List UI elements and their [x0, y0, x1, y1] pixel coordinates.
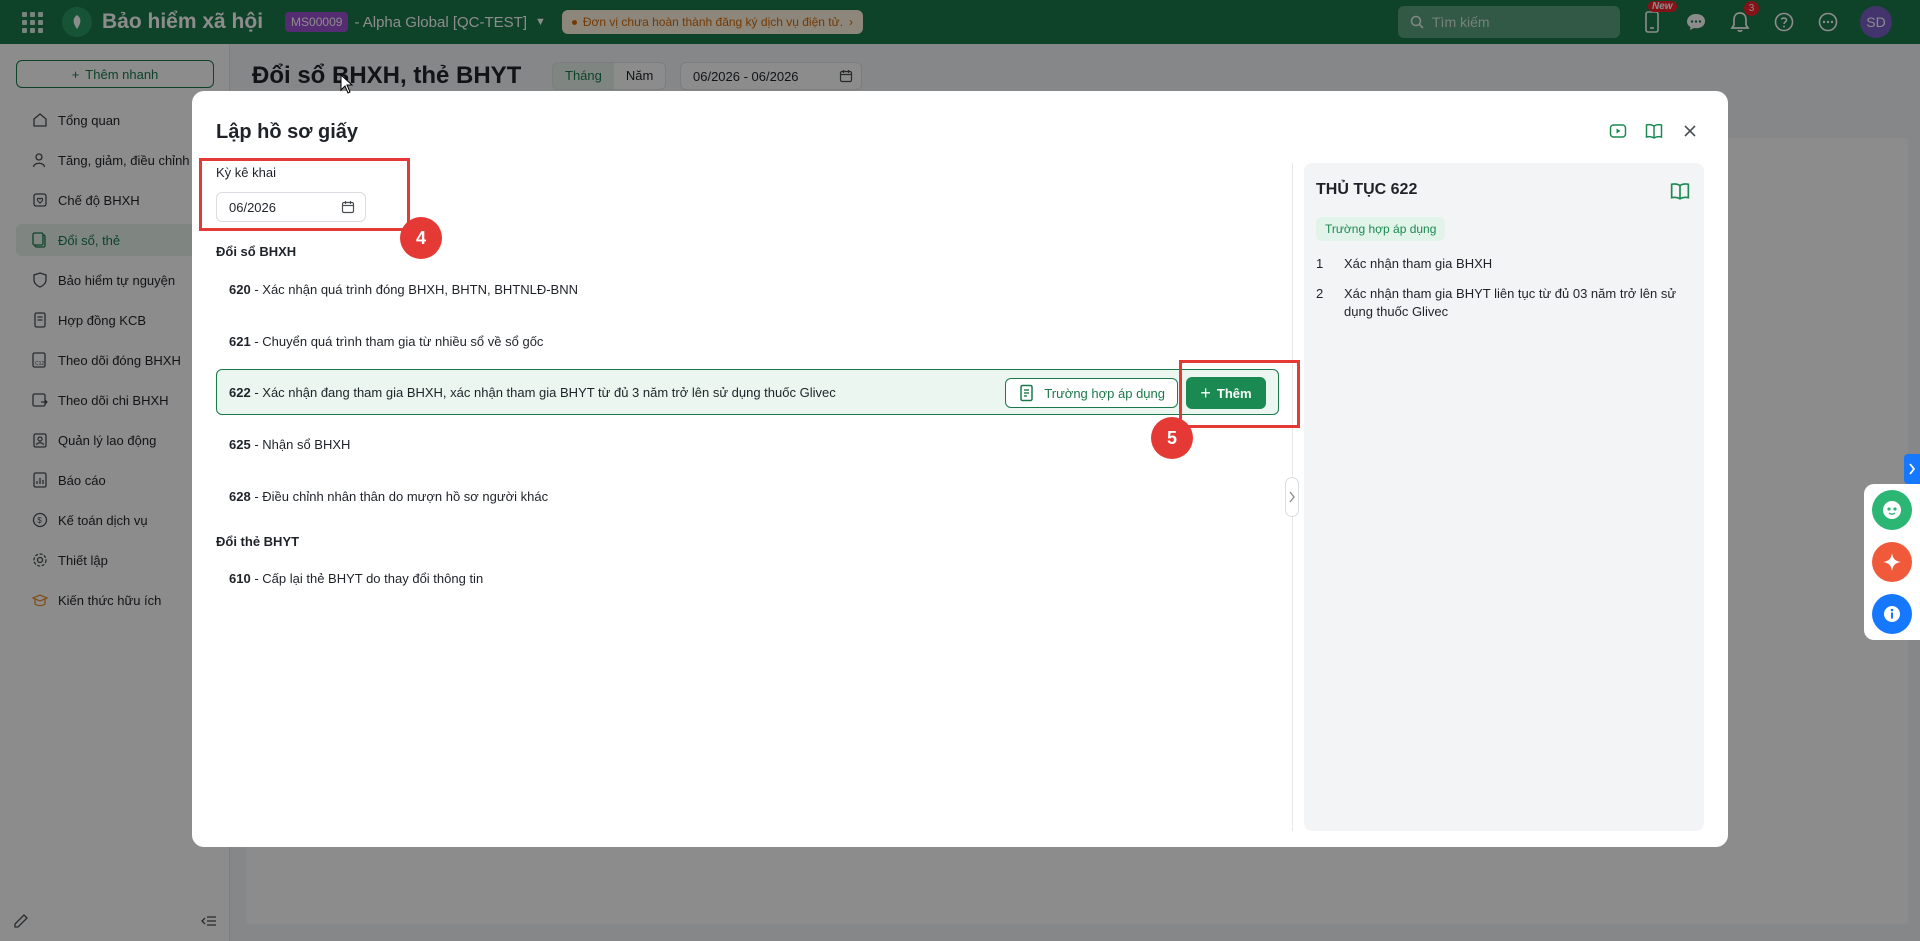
- procedure-text: - Điều chỉnh nhân thân do mượn hồ sơ ngư…: [254, 488, 549, 504]
- applicable-cases-tag: Trường hợp áp dụng: [1316, 217, 1446, 241]
- panel-collapse-handle[interactable]: [1285, 477, 1299, 517]
- procedure-code: 610: [229, 570, 251, 586]
- chevron-right-icon: [1289, 491, 1295, 503]
- procedure-code: 625: [229, 436, 251, 452]
- video-icon[interactable]: [1608, 121, 1628, 141]
- applicable-cases-button[interactable]: Trường hợp áp dụng: [1005, 378, 1178, 408]
- applicable-cases-label: Trường hợp áp dụng: [1044, 385, 1165, 401]
- list-item-number: 1: [1316, 256, 1324, 271]
- applicable-cases-list: 1 Xác nhận tham gia BHXH 2 Xác nhận tham…: [1316, 255, 1696, 333]
- mouse-cursor-icon: [340, 74, 354, 94]
- procedure-row-621[interactable]: 621 - Chuyển quá trình tham gia từ nhiều…: [216, 318, 1279, 364]
- procedure-code: 620: [229, 281, 251, 297]
- procedure-info-panel: THỦ TỤC 622 Trường hợp áp dụng 1 Xác nhậ…: [1304, 163, 1704, 831]
- procedure-text: - Cấp lại thẻ BHYT do thay đổi thông tin: [254, 570, 484, 586]
- list-item-text: Xác nhận tham gia BHXH: [1344, 256, 1493, 271]
- ai-sparkle-icon[interactable]: [1872, 542, 1912, 582]
- step-badge-5: 5: [1151, 417, 1193, 459]
- procedure-info-title: THỦ TỤC 622: [1316, 181, 1418, 198]
- modal-actions: [1608, 121, 1700, 141]
- modal-title: Lập hồ sơ giấy: [216, 121, 359, 143]
- procedure-text: - Chuyển quá trình tham gia từ nhiều sổ …: [254, 333, 544, 349]
- highlight-box-add: [1179, 360, 1300, 428]
- expand-widgets-tab[interactable]: [1904, 454, 1920, 484]
- procedure-row-610[interactable]: 610 - Cấp lại thẻ BHYT do thay đổi thông…: [216, 555, 1279, 601]
- document-list-icon: [1020, 384, 1034, 402]
- guide-book-icon[interactable]: [1644, 121, 1664, 141]
- group-title-card: Đổi thẻ BHYT: [216, 534, 300, 549]
- chevron-right-icon: [1909, 463, 1916, 475]
- close-icon[interactable]: [1680, 121, 1700, 141]
- info-icon[interactable]: [1872, 594, 1912, 634]
- procedure-code: 622: [229, 384, 251, 400]
- chatbot-icon[interactable]: [1872, 490, 1912, 530]
- list-item: 1 Xác nhận tham gia BHXH: [1316, 255, 1696, 273]
- procedure-row-622[interactable]: 622 - Xác nhận đang tham gia BHXH, xác n…: [216, 369, 1279, 415]
- procedure-row-628[interactable]: 628 - Điều chỉnh nhân thân do mượn hồ sơ…: [216, 473, 1279, 519]
- floating-widgets: [1864, 484, 1920, 640]
- step-badge-4: 4: [400, 217, 442, 259]
- procedure-text: - Xác nhận đang tham gia BHXH, xác nhận …: [254, 384, 836, 400]
- group-title-book: Đổi sổ BHXH: [216, 244, 297, 259]
- procedure-text: - Xác nhận quá trình đóng BHXH, BHTN, BH…: [254, 281, 579, 297]
- procedure-code: 621: [229, 333, 251, 349]
- procedure-row-620[interactable]: 620 - Xác nhận quá trình đóng BHXH, BHTN…: [216, 266, 1279, 312]
- list-item-text: Xác nhận tham gia BHYT liên tục từ đủ 03…: [1344, 286, 1677, 319]
- list-item: 2 Xác nhận tham gia BHYT liên tục từ đủ …: [1316, 285, 1696, 321]
- list-item-number: 2: [1316, 286, 1324, 301]
- procedure-code: 628: [229, 488, 251, 504]
- guide-book-icon[interactable]: [1670, 181, 1690, 201]
- paper-dossier-modal: Lập hồ sơ giấy Kỳ kê khai 06/2026 Đổi sổ…: [192, 91, 1728, 847]
- highlight-box-period: [199, 158, 410, 231]
- procedure-row-625[interactable]: 625 - Nhận sổ BHXH: [216, 421, 1279, 467]
- procedure-text: - Nhận sổ BHXH: [254, 436, 351, 452]
